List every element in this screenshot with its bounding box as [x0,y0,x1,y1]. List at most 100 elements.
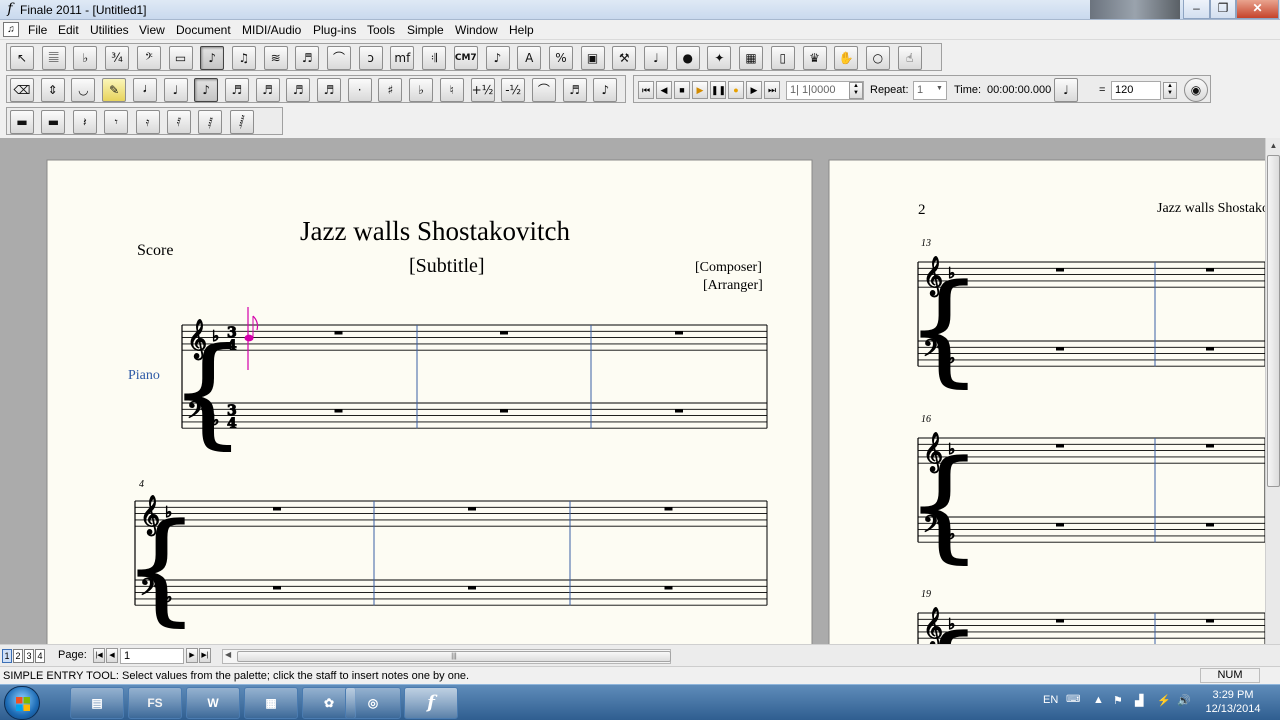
tuplet-icon[interactable]: ♬ [562,78,587,102]
menu-simple[interactable]: Simple [407,23,444,37]
record-icon[interactable]: ● [728,81,744,99]
scroll-view-icon[interactable]: ☝ [897,46,922,70]
hundred-twenty-eighth-note-icon[interactable]: ♬ [317,78,341,102]
part-label[interactable]: Score [137,242,173,260]
thirty-second-note-icon[interactable]: ♬ [255,78,280,102]
rewind-start-icon[interactable]: ⏮ [638,81,654,99]
launcher-taskbar-icon[interactable]: ▦ [244,687,298,719]
natural-icon[interactable]: ♮ [439,78,464,102]
tie-to-next-icon[interactable]: ⌒ [531,78,556,102]
tie-icon[interactable]: ◡ [71,78,96,102]
page-number-field[interactable]: 1 [120,648,184,664]
score-title[interactable]: Jazz walls Shostakovitch [300,216,570,247]
eraser-icon[interactable]: ⌫ [10,78,34,102]
menu-view[interactable]: View [139,23,165,37]
grace-note-icon[interactable]: ♪ [593,78,618,102]
word-taskbar-icon[interactable]: W [186,687,240,719]
half-note-icon[interactable]: 𝅗𝅥 [132,78,157,102]
hundred-twenty-eighth-rest-icon[interactable]: 𝅂 [229,110,254,134]
tempo-spinner[interactable]: ▲ ▼ [1163,82,1177,99]
stop-icon[interactable]: ■ [674,81,690,99]
selection-tool-icon[interactable]: ↖ [10,46,34,70]
system-clock[interactable]: 3:29 PM 12/13/2014 [1198,688,1268,716]
sixteenth-note-icon[interactable]: ♬ [224,78,249,102]
counter-spinner[interactable]: ▲ ▼ [849,82,863,99]
language-indicator[interactable]: EN [1043,694,1058,706]
first-page-icon[interactable]: |◀ [93,648,105,663]
resize-tool-icon[interactable]: ▦ [739,46,764,70]
text-tool-icon[interactable]: A [517,46,542,70]
half-rest-icon[interactable]: ▬ [41,110,66,134]
page-tab-1[interactable]: 1 [2,649,12,663]
vertical-scroll-thumb[interactable] [1267,155,1280,487]
chevron-down-icon[interactable]: ▼ [936,85,943,92]
page-tab-4[interactable]: 4 [35,649,45,663]
page-layout-tool-icon[interactable]: ▯ [770,46,795,70]
articulation-tool-icon[interactable]: ɔ [358,46,383,70]
play-icon[interactable]: ▶ [692,81,708,99]
fast-forward-end-icon[interactable]: ⏭ [764,81,780,99]
menu-window[interactable]: Window [455,23,498,37]
menu-edit[interactable]: Edit [58,23,79,37]
chord-tool-icon[interactable]: CM7 [453,46,478,70]
score-composer[interactable]: [Composer] [695,260,762,276]
pause-icon[interactable]: ❚❚ [710,81,726,99]
keyboard-icon[interactable]: ⌨ [1066,694,1080,705]
tuplet-tool-icon[interactable]: ♬ [295,46,320,70]
transpose-up-down-icon[interactable]: ⇕ [40,78,65,102]
quarter-note-icon[interactable]: ♩ [163,78,188,102]
horizontal-scroll-thumb[interactable]: ||| [237,651,671,662]
page-tab-2[interactable]: 2 [13,649,23,663]
fs-taskbar-icon[interactable]: FS [128,687,182,719]
measure-tool-icon[interactable]: ▭ [168,46,193,70]
close-button[interactable]: ✕ [1236,0,1279,19]
mirror-tool-icon[interactable]: ● [675,46,700,70]
sharp-icon[interactable]: ♯ [378,78,403,102]
time-signature-tool-icon[interactable]: ¾ [105,46,130,70]
horizontal-scrollbar[interactable]: ◀ ||| [222,649,671,664]
next-page-icon[interactable]: ▶ [186,648,198,663]
page-tab-3[interactable]: 3 [24,649,34,663]
selector-icon[interactable]: ✎ [102,78,127,102]
menu-tools[interactable]: Tools [367,23,395,37]
step-forward-icon[interactable]: ▶ [746,81,762,99]
document-icon[interactable]: ♫ [3,22,19,37]
chrome-taskbar-icon[interactable]: ◎ [345,687,401,719]
score-arranger[interactable]: [Arranger] [703,278,763,294]
flag-tray-icon[interactable]: ⚑ [1113,694,1123,707]
menu-help[interactable]: Help [509,23,534,37]
whole-rest-icon[interactable]: ▬ [10,110,34,134]
finale-taskbar-icon[interactable]: f [404,687,458,719]
menu-midi-audio[interactable]: MIDI/Audio [242,23,301,37]
graphics-tool-icon[interactable]: ▣ [580,46,605,70]
menu-document[interactable]: Document [176,23,231,37]
note-mover-tool-icon[interactable]: ♩ [644,46,668,70]
smart-shape-tool-icon[interactable]: ⌒ [327,46,351,70]
speedy-entry-tool-icon[interactable]: ♫ [231,46,256,70]
network-icon[interactable]: ▟ [1135,694,1143,707]
sixty-fourth-rest-icon[interactable]: 𝅁 [198,110,223,134]
volume-icon[interactable]: 🔊 [1177,694,1191,707]
eighth-note-icon[interactable]: ♪ [194,78,219,102]
staff-styles-tool-icon[interactable]: % [548,46,573,70]
score-workspace[interactable]: {𝄞𝄢♭♭3434{𝄞𝄢♭♭{𝄞𝄢♭♭{𝄞𝄢♭♭{𝄞𝄢♭♭ Jazz walls… [0,138,1265,644]
restore-button[interactable]: ❐ [1210,0,1236,19]
studio-view-icon[interactable]: ♛ [802,46,827,70]
staff-tool-icon[interactable]: 𝄚 [41,46,66,70]
special-tools-icon[interactable]: ⚒ [612,46,637,70]
speaker-icon[interactable]: ◉ [1184,78,1208,102]
thirty-second-rest-icon[interactable]: 𝅀 [167,110,191,134]
clef-tool-icon[interactable]: 𝄢 [136,46,161,70]
hyperscribe-tool-icon[interactable]: ≋ [263,46,288,70]
augmentation-dot-icon[interactable]: · [347,78,372,102]
expression-tool-icon[interactable]: mf [390,46,415,70]
show-hidden-icons-icon[interactable]: ▲ [1093,694,1104,706]
power-icon[interactable]: ⚡ [1157,694,1171,707]
minimize-button[interactable]: – [1183,0,1210,19]
explorer-taskbar-icon[interactable]: ▤ [70,687,124,719]
menu-plug-ins[interactable]: Plug-ins [313,23,356,37]
half-step-down-icon[interactable]: -½ [501,78,526,102]
tempo-field[interactable]: 120 [1111,81,1161,100]
hand-grabber-tool-icon[interactable]: ✋ [834,46,859,70]
quarter-rest-icon[interactable]: 𝄽 [72,110,97,134]
